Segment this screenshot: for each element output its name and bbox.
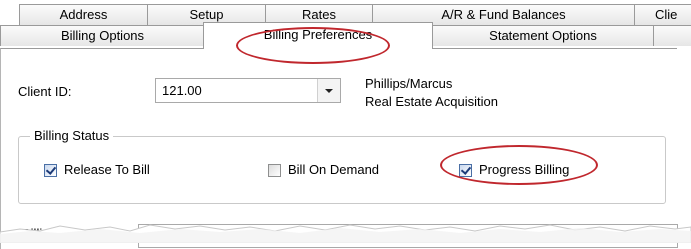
progress-billing-label[interactable]: Progress Billing: [479, 162, 569, 177]
tab-client-cut[interactable]: Clie: [634, 4, 691, 25]
client-description: Real Estate Acquisition: [365, 94, 498, 109]
tab-address-label: Address: [59, 7, 108, 22]
tab-billing-preferences-label: Billing Preferences: [263, 27, 373, 42]
tab-ar-fund-balances-label: A/R & Fund Balances: [441, 7, 566, 22]
client-id-value: 121.00: [162, 83, 202, 98]
tab-billing-preferences[interactable]: Billing Preferences: [203, 22, 433, 49]
tab-row-bottom: Billing Options Billing Preferences Stat…: [0, 22, 691, 49]
tab-client-cut-label: Clie: [655, 7, 678, 22]
torn-edge: [0, 224, 691, 243]
progress-billing-checkbox[interactable]: [459, 164, 472, 177]
tab-more-cut[interactable]: [653, 25, 691, 46]
tab-billing-options[interactable]: Billing Options: [0, 25, 205, 46]
tab-setup-label: Setup: [189, 7, 224, 22]
tab-address[interactable]: Address: [19, 4, 148, 25]
bill-on-demand-label[interactable]: Bill On Demand: [288, 162, 379, 177]
client-id-label: Client ID:: [18, 84, 72, 99]
tab-billing-options-label: Billing Options: [60, 28, 145, 43]
client-name: Phillips/Marcus: [365, 76, 453, 91]
release-to-bill-checkbox[interactable]: [44, 164, 57, 177]
client-id-combo[interactable]: 121.00: [155, 78, 341, 103]
chevron-down-icon[interactable]: [317, 79, 340, 102]
bill-on-demand-checkbox[interactable]: [268, 164, 281, 177]
tab-rates-label: Rates: [302, 7, 336, 22]
release-to-bill-label[interactable]: Release To Bill: [64, 162, 150, 177]
tab-statement-options[interactable]: Statement Options: [432, 25, 654, 46]
tab-statement-options-label: Statement Options: [489, 28, 597, 43]
billing-status-title: Billing Status: [30, 128, 114, 143]
